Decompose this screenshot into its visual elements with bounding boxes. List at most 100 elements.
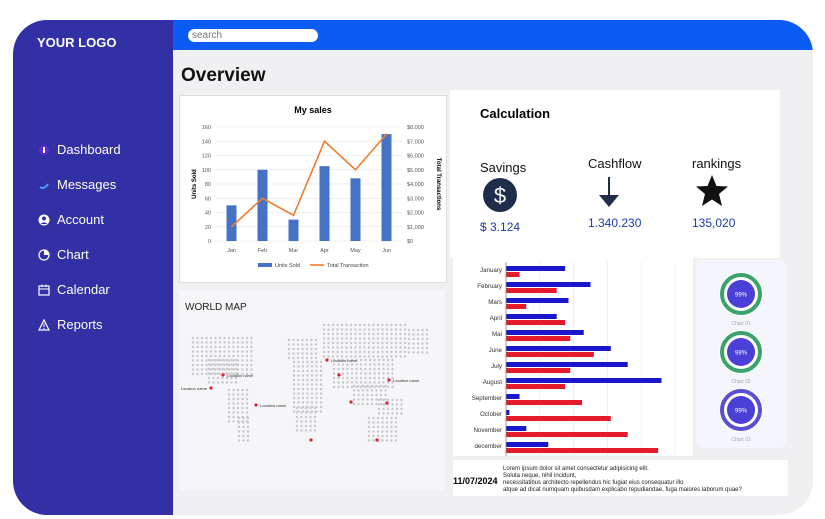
map-dot [355,367,358,371]
map-dot [346,367,349,371]
map-dot [241,406,244,410]
sidebar-item-reports[interactable]: Reports [37,307,121,342]
search-input[interactable] [188,29,318,42]
map-dot [216,363,220,366]
map-dot [372,355,375,358]
map-dot [310,369,314,373]
messages-icon [37,178,51,192]
map-dot [394,350,398,354]
map-dot [292,410,296,413]
map-dot [345,341,348,345]
map-dot [236,411,240,414]
map-dot [390,416,393,420]
map-dot [349,337,353,340]
map-dot [385,323,389,327]
map-dot [364,372,367,375]
map-dot [354,337,357,340]
map-dot [399,337,402,340]
map-dot [382,381,385,384]
bar-units-sold [319,166,330,241]
map-dot [385,434,389,438]
map-dot [391,358,394,362]
sidebar-item-messages[interactable]: Messages [37,167,121,202]
sidebar-item-account[interactable]: Account [37,202,121,237]
map-dot [297,365,300,368]
sidebar-item-label: Messages [57,177,117,192]
sidebar-item-chart[interactable]: Chart [37,237,121,272]
y2-tick-label: $4,000 [407,182,424,188]
map-dot [379,384,383,388]
map-dot [407,351,411,354]
map-dot [355,381,358,384]
map-dot [227,411,231,414]
map-dot [394,430,398,433]
map-dot [296,338,300,342]
map-dot [350,363,354,366]
calendar-icon [37,283,51,297]
y-tick-label: 40 [205,211,211,217]
map-dot [319,378,323,382]
map-dot [381,439,384,442]
map-dot [301,383,305,386]
map-dot [241,354,244,358]
sidebar-item-label: Account [57,212,104,227]
map-dot [367,337,371,340]
map-dot [250,341,253,344]
map-dot [367,421,371,424]
map-dot [310,356,313,360]
x-tick-label: May [350,248,361,254]
map-title: WORLD MAP [185,302,247,313]
category-label: Mars [488,299,502,306]
map-dot [363,337,366,340]
map-dot [287,338,291,342]
map-dot [370,402,374,406]
map-dot [367,425,371,429]
map-dot [416,333,420,336]
map-dot [391,363,394,366]
map-dot [232,336,235,340]
map-dot [384,393,387,397]
map-dot [340,323,344,327]
map-dot [232,415,235,419]
map-dot [245,368,249,371]
map-dot [390,337,393,340]
map-dot [314,352,318,355]
map-dot [295,429,299,432]
location-pin [337,373,341,377]
map-dot [223,363,226,367]
location-pin [209,386,213,390]
map-dot [241,397,244,401]
map-dot [209,341,213,344]
map-dot [207,376,211,380]
sidebar-item-calendar[interactable]: Calendar [37,272,121,307]
category-label: June [489,347,503,354]
sidebar-item-label: Reports [57,317,103,332]
map-dot [310,378,314,382]
map-dot [223,359,226,362]
map-dot [297,392,300,395]
sales-chart: My sales 0 20 40 60 80 100 120 140 160 $0 $1,000 $2,… [192,105,441,269]
map-dot [209,363,213,367]
map-dot [421,337,424,341]
map-dot [358,332,362,336]
map-dot [363,332,366,336]
map-dot [232,393,235,396]
map-dot [345,332,348,336]
sidebar-item-dashboard[interactable]: Dashboard [37,132,121,167]
map-dot [390,350,393,354]
map-dot [245,345,249,349]
map-dot [209,368,213,371]
y-tick-label: 160 [202,125,211,131]
map-dot [382,372,385,375]
map-dot [385,337,389,340]
map-dot [399,323,402,327]
map-dot [403,341,407,345]
footer-line: necessitatibus architecto repellendus hi… [503,480,684,486]
map-dot [340,350,344,354]
map-dot [230,367,233,371]
map-dot [407,346,411,350]
map-dot [350,372,354,375]
bar-units-sold [381,134,392,241]
map-dot [384,384,387,388]
y2-tick-label: $2,000 [407,211,424,217]
